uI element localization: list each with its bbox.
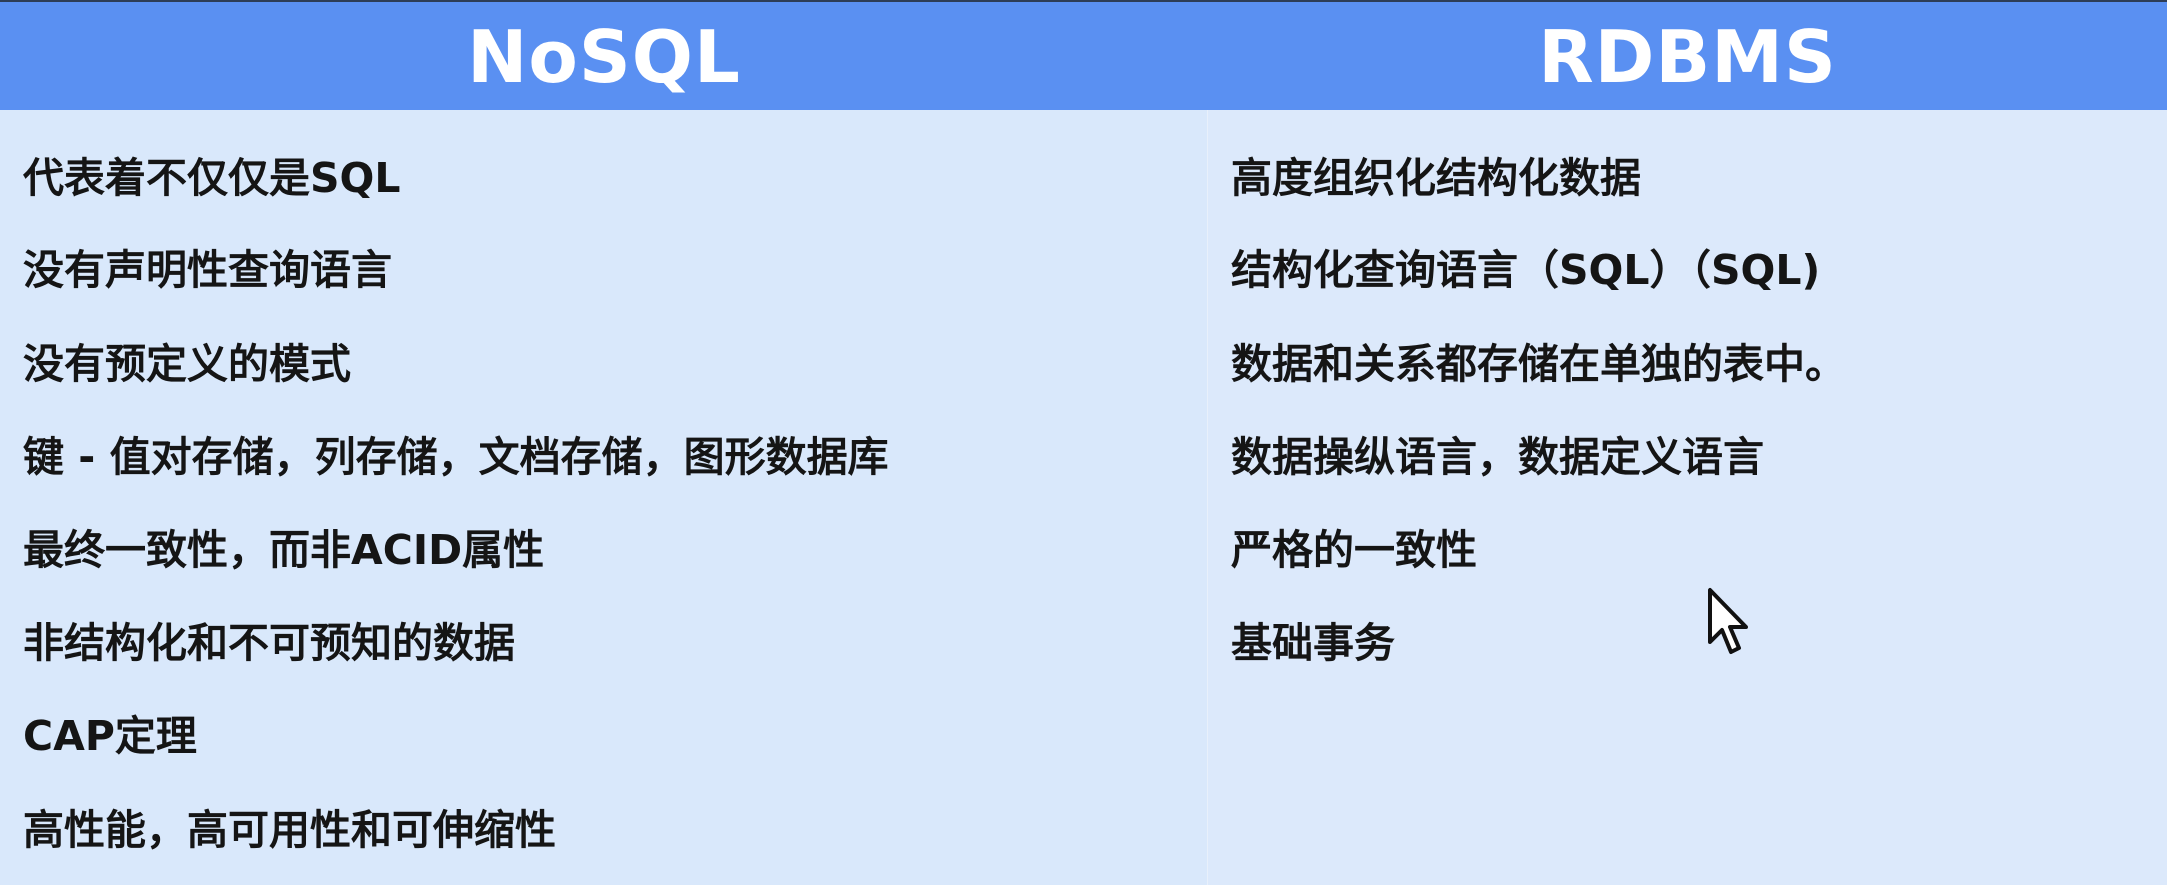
nosql-column: 代表着不仅仅是SQL 没有声明性查询语言 没有预定义的模式 键 - 值对存储，列… <box>0 110 1208 885</box>
rdbms-item: 结构化查询语言（SQL）（SQL) <box>1231 246 1821 294</box>
rdbms-header: RDBMS <box>1538 15 1837 99</box>
rdbms-item: 基础事务 <box>1231 619 1395 667</box>
rdbms-item: 数据和关系都存储在单独的表中。 <box>1231 340 1846 388</box>
nosql-item: CAP定理 <box>23 712 197 760</box>
nosql-item: 代表着不仅仅是SQL <box>23 154 401 202</box>
rdbms-item: 严格的一致性 <box>1231 526 1477 574</box>
nosql-item: 高性能，高可用性和可伸缩性 <box>23 806 556 854</box>
mouse-pointer-icon <box>1708 588 1748 654</box>
nosql-header: NoSQL <box>467 15 741 99</box>
nosql-item: 没有声明性查询语言 <box>23 246 392 294</box>
rdbms-column: 高度组织化结构化数据 结构化查询语言（SQL）（SQL) 数据和关系都存储在单独… <box>1208 110 2167 885</box>
nosql-item: 最终一致性，而非ACID属性 <box>23 526 545 574</box>
rdbms-item: 高度组织化结构化数据 <box>1231 154 1641 202</box>
rdbms-item: 数据操纵语言，数据定义语言 <box>1231 433 1764 481</box>
nosql-item: 键 - 值对存储，列存储，文档存储，图形数据库 <box>23 433 889 481</box>
nosql-item: 没有预定义的模式 <box>23 340 351 388</box>
nosql-item: 非结构化和不可预知的数据 <box>23 619 515 667</box>
table-header: NoSQL RDBMS <box>0 0 2167 110</box>
comparison-slide: NoSQL RDBMS 代表着不仅仅是SQL 没有声明性查询语言 没有预定义的模… <box>0 0 2167 885</box>
